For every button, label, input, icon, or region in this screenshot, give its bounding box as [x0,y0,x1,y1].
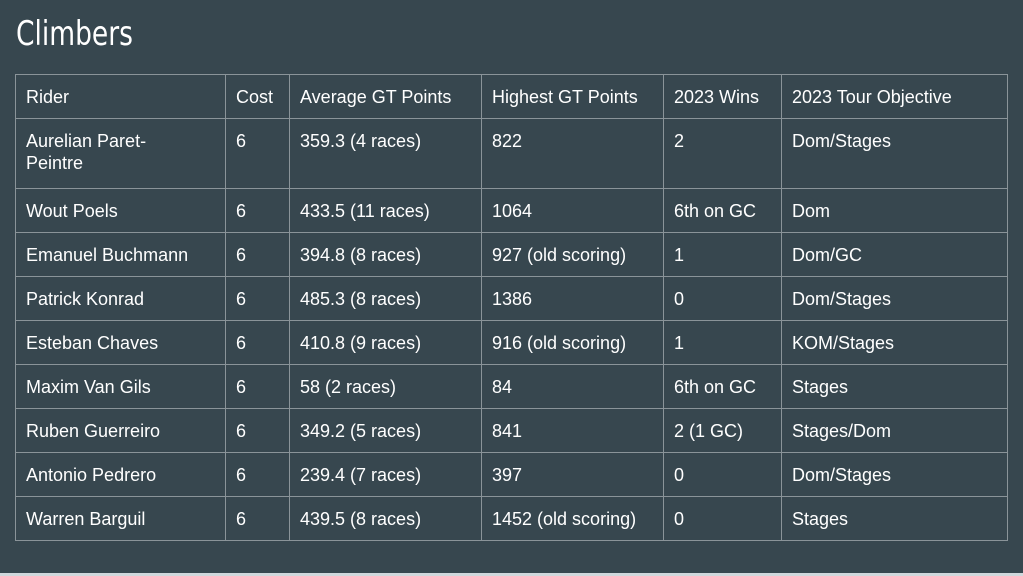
wins-cell: 1 [663,320,782,365]
average-gt-points-cell: 349.2 (5 races) [289,408,482,453]
cost-cell: 6 [225,276,290,321]
rider-cell: Esteban Chaves [15,320,226,365]
highest-gt-points-cell: 1386 [481,276,664,321]
cost-cell: 6 [225,496,290,541]
column-header-rider: Rider [15,74,226,119]
rider-cell: Maxim Van Gils [15,364,226,409]
average-gt-points-cell: 485.3 (8 races) [289,276,482,321]
wins-cell: 6th on GC [663,364,782,409]
column-header-cost: Cost [225,74,290,119]
rider-cell: Warren Barguil [15,496,226,541]
highest-gt-points-cell: 916 (old scoring) [481,320,664,365]
tour-objective-cell: Stages [781,364,1008,409]
column-header-average-gt-points: Average GT Points [289,74,482,119]
average-gt-points-cell: 394.8 (8 races) [289,232,482,277]
rider-cell: Emanuel Buchmann [15,232,226,277]
tour-objective-cell: KOM/Stages [781,320,1008,365]
table-row: Ruben Guerreiro 6 349.2 (5 races) 841 2 … [15,408,1008,453]
highest-gt-points-cell: 1452 (old scoring) [481,496,664,541]
table-row: Warren Barguil 6 439.5 (8 races) 1452 (o… [15,496,1008,541]
table-row: Esteban Chaves 6 410.8 (9 races) 916 (ol… [15,320,1008,365]
wins-cell: 2 (1 GC) [663,408,782,453]
average-gt-points-cell: 58 (2 races) [289,364,482,409]
wins-cell: 0 [663,276,782,321]
page-title: Climbers [16,14,133,54]
highest-gt-points-cell: 927 (old scoring) [481,232,664,277]
cost-cell: 6 [225,188,290,233]
average-gt-points-cell: 410.8 (9 races) [289,320,482,365]
tour-objective-cell: Stages [781,496,1008,541]
highest-gt-points-cell: 841 [481,408,664,453]
wins-cell: 0 [663,452,782,497]
wins-cell: 6th on GC [663,188,782,233]
tour-objective-cell: Stages/Dom [781,408,1008,453]
table-row: Patrick Konrad 6 485.3 (8 races) 1386 0 … [15,276,1008,321]
rider-cell: Antonio Pedrero [15,452,226,497]
tour-objective-cell: Dom/GC [781,232,1008,277]
rider-cell: Ruben Guerreiro [15,408,226,453]
highest-gt-points-cell: 397 [481,452,664,497]
average-gt-points-cell: 359.3 (4 races) [289,118,482,189]
table-row: Aurelian Paret-Peintre 6 359.3 (4 races)… [15,118,1008,189]
cost-cell: 6 [225,320,290,365]
average-gt-points-cell: 239.4 (7 races) [289,452,482,497]
rider-cell: Wout Poels [15,188,226,233]
rider-cell: Patrick Konrad [15,276,226,321]
wins-cell: 2 [663,118,782,189]
average-gt-points-cell: 433.5 (11 races) [289,188,482,233]
column-header-2023-wins: 2023 Wins [663,74,782,119]
cost-cell: 6 [225,408,290,453]
wins-cell: 1 [663,232,782,277]
table-row: Emanuel Buchmann 6 394.8 (8 races) 927 (… [15,232,1008,277]
highest-gt-points-cell: 84 [481,364,664,409]
cost-cell: 6 [225,232,290,277]
wins-cell: 0 [663,496,782,541]
cost-cell: 6 [225,364,290,409]
cost-cell: 6 [225,452,290,497]
tour-objective-cell: Dom [781,188,1008,233]
average-gt-points-cell: 439.5 (8 races) [289,496,482,541]
table-row: Maxim Van Gils 6 58 (2 races) 84 6th on … [15,364,1008,409]
climbers-table: Rider Cost Average GT Points Highest GT … [15,74,1008,541]
column-header-2023-tour-objective: 2023 Tour Objective [781,74,1008,119]
column-header-highest-gt-points: Highest GT Points [481,74,664,119]
highest-gt-points-cell: 822 [481,118,664,189]
tour-objective-cell: Dom/Stages [781,118,1008,189]
tour-objective-cell: Dom/Stages [781,452,1008,497]
tour-objective-cell: Dom/Stages [781,276,1008,321]
highest-gt-points-cell: 1064 [481,188,664,233]
table-row: Wout Poels 6 433.5 (11 races) 1064 6th o… [15,188,1008,233]
cost-cell: 6 [225,118,290,189]
table-row: Antonio Pedrero 6 239.4 (7 races) 397 0 … [15,452,1008,497]
table-header-row: Rider Cost Average GT Points Highest GT … [15,74,1008,119]
rider-cell: Aurelian Paret-Peintre [15,118,226,189]
